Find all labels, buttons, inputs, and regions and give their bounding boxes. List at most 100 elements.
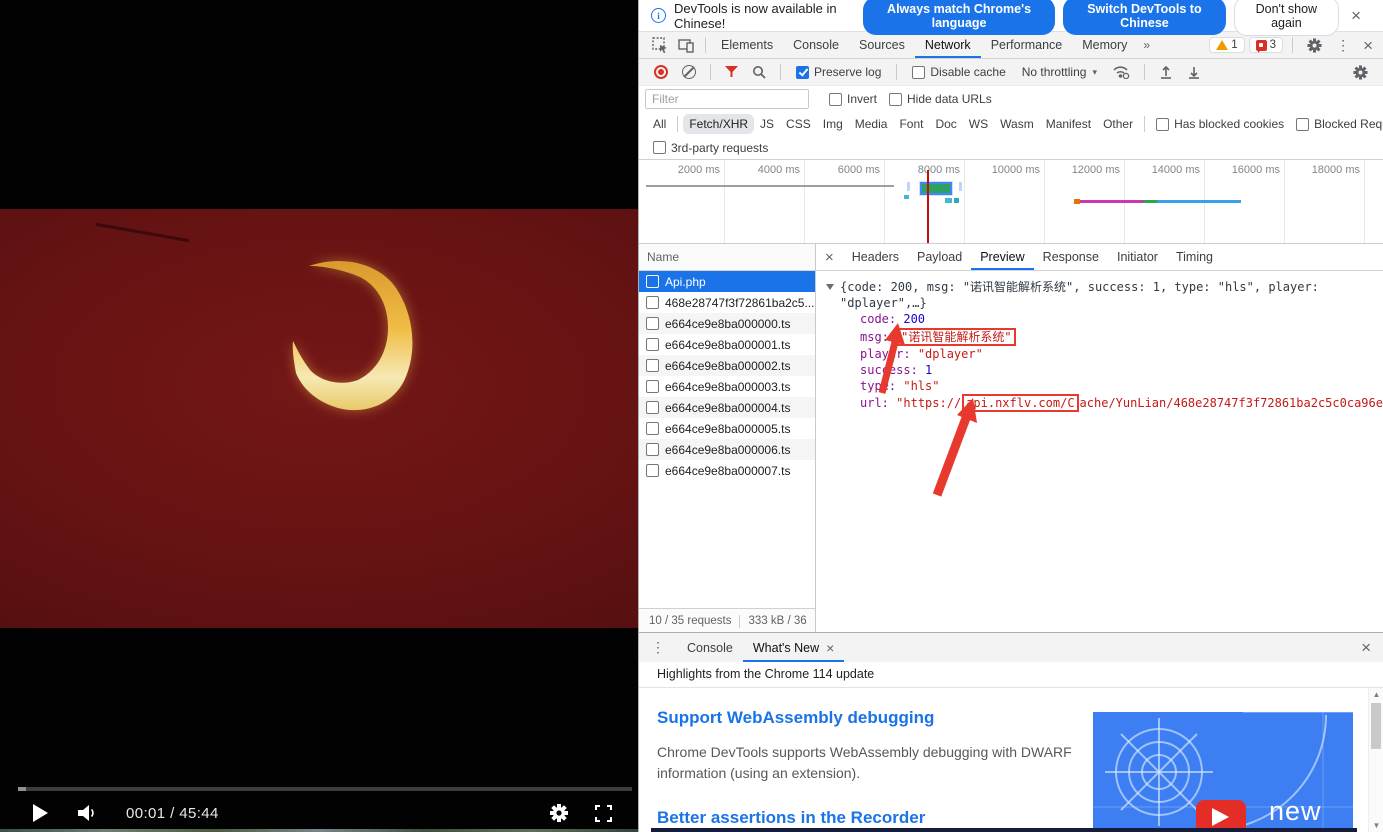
whats-new-scrollbar[interactable]: ▲ ▼	[1368, 688, 1383, 832]
more-tabs-icon[interactable]: »	[1137, 38, 1156, 52]
checkbox-unchecked[interactable]	[912, 66, 925, 79]
expand-triangle-icon[interactable]	[826, 284, 834, 290]
scroll-up-icon[interactable]: ▲	[1369, 690, 1383, 699]
table-row[interactable]: e664ce9e8ba000000.ts	[639, 313, 815, 334]
row-checkbox[interactable]	[646, 317, 659, 330]
invert-checkbox[interactable]: Invert	[823, 92, 883, 106]
fullscreen-icon[interactable]	[595, 805, 612, 822]
warnings-badge[interactable]: 1	[1209, 37, 1244, 53]
tab-performance[interactable]: Performance	[981, 32, 1073, 58]
json-root-row[interactable]: {code: 200, msg: "诺讯智能解析系统", success: 1,…	[826, 279, 1383, 311]
table-row[interactable]: e664ce9e8ba000006.ts	[639, 439, 815, 460]
close-tab-icon[interactable]: ×	[826, 634, 834, 662]
type-filter-font[interactable]: Font	[893, 114, 929, 134]
tab-initiator[interactable]: Initiator	[1108, 245, 1167, 270]
scrollbar-thumb[interactable]	[1371, 703, 1381, 749]
export-har-icon[interactable]	[1182, 65, 1206, 79]
table-row[interactable]: e664ce9e8ba000005.ts	[639, 418, 815, 439]
row-checkbox[interactable]	[646, 275, 659, 288]
preserve-log-checkbox[interactable]: Preserve log	[790, 65, 887, 79]
type-filter-ws[interactable]: WS	[963, 114, 994, 134]
table-row[interactable]: 468e28747f3f72861ba2c5...	[639, 292, 815, 313]
checkbox-unchecked[interactable]	[1156, 118, 1169, 131]
issues-badge[interactable]: 3	[1249, 37, 1283, 53]
banner-close-icon[interactable]: ×	[1347, 5, 1365, 26]
type-filter-css[interactable]: CSS	[780, 114, 817, 134]
whats-new-link-recorder[interactable]: Better assertions in the Recorder	[657, 808, 925, 828]
row-checkbox[interactable]	[646, 338, 659, 351]
match-language-button[interactable]: Always match Chrome's language	[863, 0, 1055, 35]
close-detail-icon[interactable]: ×	[816, 250, 843, 265]
tab-headers[interactable]: Headers	[843, 245, 908, 270]
table-row[interactable]: e664ce9e8ba000007.ts	[639, 460, 815, 481]
tab-sources[interactable]: Sources	[849, 32, 915, 58]
row-checkbox[interactable]	[646, 380, 659, 393]
drawer-tab-console[interactable]: Console	[677, 634, 743, 662]
devtools-close-icon[interactable]: ×	[1359, 35, 1377, 56]
type-filter-other[interactable]: Other	[1097, 114, 1139, 134]
type-filter-wasm[interactable]: Wasm	[994, 114, 1040, 134]
search-icon[interactable]	[747, 65, 771, 79]
row-checkbox[interactable]	[646, 422, 659, 435]
row-checkbox[interactable]	[646, 464, 659, 477]
record-network-log-button[interactable]	[654, 65, 668, 79]
blocked-requests-checkbox[interactable]: Blocked Requests	[1290, 117, 1383, 131]
drawer-close-icon[interactable]: ×	[1357, 637, 1375, 658]
tab-preview[interactable]: Preview	[971, 245, 1033, 270]
tab-memory[interactable]: Memory	[1072, 32, 1137, 58]
table-row[interactable]: e664ce9e8ba000003.ts	[639, 376, 815, 397]
disable-cache-checkbox[interactable]: Disable cache	[906, 65, 1011, 79]
checkbox-unchecked[interactable]	[1296, 118, 1309, 131]
devtools-menu-icon[interactable]: ⋮	[1331, 37, 1355, 54]
volume-icon[interactable]	[78, 805, 98, 821]
row-checkbox[interactable]	[646, 359, 659, 372]
type-filter-js[interactable]: JS	[754, 114, 780, 134]
settings-gear-icon[interactable]	[1302, 38, 1327, 53]
throttling-select[interactable]: No throttling ▾	[1016, 65, 1103, 79]
table-row[interactable]: Api.php	[639, 271, 815, 292]
filter-icon[interactable]	[720, 66, 743, 78]
checkbox-unchecked[interactable]	[829, 93, 842, 106]
whats-new-link-wasm[interactable]: Support WebAssembly debugging	[657, 708, 934, 728]
table-row[interactable]: e664ce9e8ba000002.ts	[639, 355, 815, 376]
video-settings-icon[interactable]	[549, 803, 569, 823]
type-filter-media[interactable]: Media	[849, 114, 894, 134]
hide-data-urls-checkbox[interactable]: Hide data URLs	[883, 92, 998, 106]
tab-response[interactable]: Response	[1034, 245, 1108, 270]
import-har-icon[interactable]	[1154, 65, 1178, 79]
device-toolbar-icon[interactable]	[673, 38, 700, 53]
type-filter-doc[interactable]: Doc	[929, 114, 962, 134]
play-button[interactable]	[33, 804, 48, 822]
row-checkbox[interactable]	[646, 296, 659, 309]
clear-network-log-button[interactable]	[682, 65, 696, 79]
tab-network[interactable]: Network	[915, 32, 981, 58]
row-checkbox[interactable]	[646, 401, 659, 414]
network-overview-timeline[interactable]: 2000 ms 4000 ms 6000 ms 8000 ms 10000 ms…	[639, 160, 1383, 244]
scroll-down-icon[interactable]: ▼	[1369, 821, 1383, 830]
table-row[interactable]: e664ce9e8ba000001.ts	[639, 334, 815, 355]
tab-elements[interactable]: Elements	[711, 32, 783, 58]
network-conditions-icon[interactable]	[1107, 65, 1135, 79]
drawer-tab-whats-new[interactable]: What's New ×	[743, 634, 844, 662]
switch-to-chinese-button[interactable]: Switch DevTools to Chinese	[1063, 0, 1225, 35]
tab-payload[interactable]: Payload	[908, 245, 971, 270]
type-filter-fetch-xhr[interactable]: Fetch/XHR	[683, 114, 754, 134]
checkbox-unchecked[interactable]	[889, 93, 902, 106]
checkbox-unchecked[interactable]	[653, 141, 666, 154]
tab-timing[interactable]: Timing	[1167, 245, 1222, 270]
video-progress-bar[interactable]	[18, 787, 632, 791]
whats-new-video-thumbnail[interactable]: new	[1093, 712, 1353, 830]
row-checkbox[interactable]	[646, 443, 659, 456]
inspect-element-icon[interactable]	[647, 37, 673, 53]
dont-show-again-button[interactable]: Don't show again	[1234, 0, 1339, 36]
has-blocked-cookies-checkbox[interactable]: Has blocked cookies	[1150, 117, 1290, 131]
request-list-header[interactable]: Name	[639, 244, 815, 271]
type-filter-manifest[interactable]: Manifest	[1040, 114, 1097, 134]
type-filter-all[interactable]: All	[647, 114, 672, 134]
type-filter-img[interactable]: Img	[817, 114, 849, 134]
third-party-requests-checkbox[interactable]: 3rd-party requests	[647, 141, 774, 155]
filter-input[interactable]	[645, 89, 809, 109]
network-settings-gear-icon[interactable]	[1348, 65, 1373, 80]
tab-console[interactable]: Console	[783, 32, 849, 58]
drawer-menu-icon[interactable]: ⋮	[639, 639, 677, 656]
